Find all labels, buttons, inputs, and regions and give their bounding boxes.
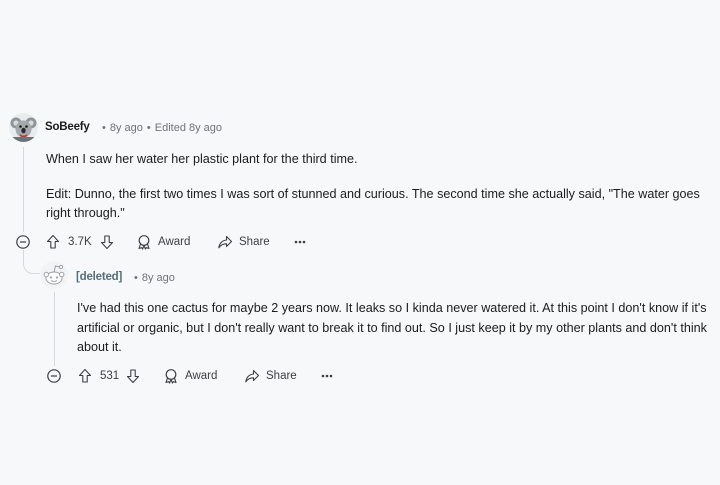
share-label: Share bbox=[239, 236, 270, 248]
comment-paragraph: Edit: Dunno, the first two times I was s… bbox=[46, 186, 700, 221]
comment-actions: 3.7K Award Share bbox=[0, 232, 720, 252]
avatar-sobeefy[interactable] bbox=[9, 113, 38, 142]
arrow-up-icon bbox=[46, 234, 60, 249]
arrow-up-icon bbox=[78, 368, 92, 383]
more-options-button[interactable] bbox=[294, 232, 306, 252]
downvote-button[interactable] bbox=[100, 232, 114, 252]
award-button[interactable]: Award bbox=[136, 232, 190, 252]
minus-circle-icon bbox=[16, 235, 30, 249]
comment-paragraph: I've had this one cactus for maybe 2 yea… bbox=[77, 301, 707, 354]
comment-author[interactable]: SoBeefy bbox=[45, 121, 90, 133]
share-button[interactable]: Share bbox=[217, 232, 270, 252]
avatar-deleted bbox=[40, 261, 68, 289]
separator-dot: • bbox=[134, 272, 138, 284]
collapse-button[interactable] bbox=[16, 235, 30, 249]
separator-dot: • bbox=[146, 122, 151, 134]
comment-thread: SoBeefy • 8y ago • Edited 8y ago When I saw… bbox=[0, 0, 720, 485]
comment-timestamp[interactable]: 8y ago bbox=[110, 122, 143, 134]
vote-count: 3.7K bbox=[68, 236, 92, 248]
more-horizontal-icon bbox=[321, 374, 333, 378]
arrow-down-icon bbox=[100, 235, 114, 250]
award-icon bbox=[138, 235, 150, 250]
comment-meta: • 8y ago bbox=[130, 272, 175, 284]
comment-body: I've had this one cactus for maybe 2 yea… bbox=[77, 299, 707, 358]
separator-dot: • bbox=[102, 122, 106, 134]
award-button[interactable]: Award bbox=[163, 366, 217, 386]
comment-meta: • 8y ago • Edited 8y ago bbox=[98, 122, 222, 134]
more-horizontal-icon bbox=[294, 240, 306, 244]
comment-author: [deleted] bbox=[76, 271, 123, 283]
downvote-button[interactable] bbox=[126, 366, 140, 386]
comment-actions: 531 Award Share bbox=[0, 366, 720, 386]
thread-line[interactable] bbox=[54, 292, 55, 366]
comment-body: When I saw her water her plastic plant f… bbox=[46, 150, 706, 224]
more-options-button[interactable] bbox=[321, 366, 333, 386]
collapse-button[interactable] bbox=[47, 369, 61, 383]
upvote-button[interactable] bbox=[46, 232, 60, 252]
koala-avatar-icon bbox=[9, 113, 38, 142]
thread-connector bbox=[23, 250, 40, 274]
upvote-button[interactable] bbox=[78, 366, 92, 386]
share-label: Share bbox=[266, 370, 297, 382]
vote-count: 531 bbox=[100, 370, 120, 382]
comment-paragraph: When I saw her water her plastic plant f… bbox=[46, 152, 358, 166]
thread-line[interactable] bbox=[23, 147, 24, 232]
comment-timestamp[interactable]: 8y ago bbox=[142, 272, 175, 284]
award-label: Award bbox=[185, 370, 218, 382]
minus-circle-icon bbox=[47, 369, 61, 383]
award-icon bbox=[165, 369, 177, 384]
award-label: Award bbox=[158, 236, 191, 248]
share-icon bbox=[245, 369, 260, 383]
arrow-down-icon bbox=[126, 369, 140, 384]
deleted-user-snoo-icon bbox=[40, 261, 68, 289]
share-button[interactable]: Share bbox=[244, 366, 297, 386]
comment-edited: Edited 8y ago bbox=[154, 122, 223, 134]
share-icon bbox=[218, 235, 233, 249]
